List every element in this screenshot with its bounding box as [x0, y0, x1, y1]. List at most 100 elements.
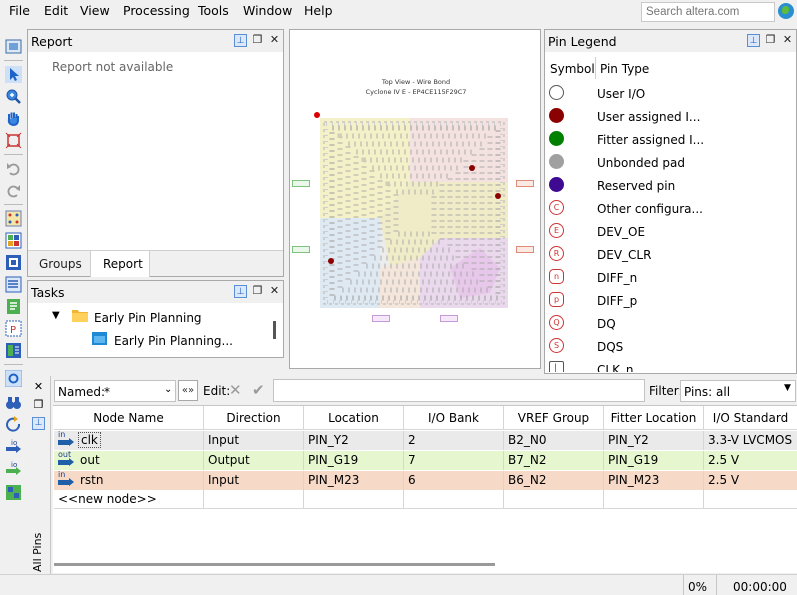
restore-window-icon[interactable]: ❐ — [251, 285, 264, 298]
package-view-icon[interactable] — [5, 254, 22, 271]
redo-icon[interactable] — [5, 182, 22, 199]
edit-input[interactable] — [273, 379, 645, 402]
menu-processing[interactable]: Processing — [123, 3, 190, 18]
close-icon[interactable]: ✕ — [781, 34, 794, 47]
legend-item-diff-p: p DIFF_p — [545, 289, 795, 312]
tasks-scrollbar[interactable] — [273, 321, 276, 339]
undo-icon[interactable] — [5, 160, 22, 177]
location-cell[interactable]: PIN_Y2 — [304, 431, 404, 450]
io-out-icon[interactable]: io — [5, 460, 22, 477]
io-group-icon[interactable] — [5, 484, 22, 501]
node-name-cell[interactable]: clk — [78, 432, 101, 448]
vref-group-cell[interactable]: B2_N0 — [504, 431, 604, 450]
io-bank-cell[interactable]: 7 — [404, 451, 504, 470]
cancel-edit-icon[interactable]: ✕ — [229, 381, 242, 399]
pin-grid-icon[interactable] — [5, 210, 22, 227]
vref-group-cell[interactable]: B6_N2 — [504, 471, 604, 490]
io-standard-cell[interactable]: 2.5 V — [704, 451, 797, 470]
task-early-pin-planning-dialog[interactable]: Early Pin Planning... — [114, 334, 233, 348]
menu-edit[interactable]: Edit — [44, 3, 68, 18]
task-early-pin-planning[interactable]: Early Pin Planning — [94, 311, 202, 325]
io-banks-icon[interactable] — [5, 232, 22, 249]
close-icon[interactable]: ✕ — [268, 285, 281, 298]
hand-pan-icon[interactable] — [5, 110, 22, 127]
pin-legend-title-bar: Pin Legend ⊥ ❐ ✕ — [545, 30, 796, 52]
pin-legend-title: Pin Legend — [548, 34, 617, 49]
menu-window[interactable]: Window — [243, 3, 292, 18]
menu-bar: File Edit View Processing Tools Window H… — [0, 0, 797, 22]
io-in-icon[interactable]: io — [5, 438, 22, 455]
pin-toggle-icon[interactable] — [5, 370, 22, 387]
binoculars-icon[interactable] — [5, 394, 22, 411]
fit-window-icon[interactable] — [5, 132, 22, 149]
pin-icon[interactable]: ⊥ — [234, 285, 247, 298]
io-standard-cell[interactable]: 2.5 V — [704, 471, 797, 490]
col-header-direction[interactable]: Direction — [204, 406, 304, 430]
menu-help[interactable]: Help — [304, 3, 333, 18]
legend-item-dev-oe: E DEV_OE — [545, 220, 795, 243]
accept-edit-icon[interactable]: ✔ — [252, 381, 265, 399]
zoom-icon[interactable] — [5, 88, 22, 105]
fitter-location-cell[interactable]: PIN_G19 — [604, 451, 704, 470]
close-icon[interactable]: ✕ — [32, 380, 45, 393]
menu-view[interactable]: View — [80, 3, 110, 18]
menu-tools[interactable]: Tools — [198, 3, 229, 18]
col-header-location[interactable]: Location — [304, 406, 404, 430]
refresh-icon[interactable] — [5, 416, 22, 433]
location-cell[interactable]: PIN_M23 — [304, 471, 404, 490]
pin-icon[interactable]: ⊥ — [234, 34, 247, 47]
col-header-io-bank[interactable]: I/O Bank — [404, 406, 504, 430]
pin-planner-icon[interactable] — [5, 38, 22, 55]
legend-item-clk-n: ⎣ CLK_n — [545, 358, 795, 372]
io-bank-cell[interactable]: 2 — [404, 431, 504, 450]
new-node-row[interactable]: <<new node>> — [54, 490, 797, 509]
chevron-down-icon[interactable]: ⌄ — [164, 384, 172, 395]
chip-view-title: Top View - Wire Bond — [381, 78, 451, 86]
fitter-location-cell[interactable]: PIN_Y2 — [604, 431, 704, 450]
clock-region-icon[interactable] — [5, 298, 22, 315]
new-node-cell[interactable]: <<new node>> — [54, 490, 204, 509]
pin-finder-icon[interactable]: «» — [178, 380, 198, 401]
named-combobox[interactable]: Named: * ⌄ — [54, 380, 176, 402]
filter-select[interactable]: Pins: all ▼ — [680, 380, 796, 402]
pll-icon[interactable]: P — [5, 320, 22, 337]
restore-window-icon[interactable]: ❐ — [32, 398, 45, 411]
clk-n-symbol-icon: ⎣ — [549, 361, 564, 372]
direction-cell[interactable]: Input — [204, 431, 304, 450]
col-header-node-name[interactable]: Node Name — [54, 406, 204, 430]
table-row[interactable]: out out Output PIN_G19 7 B7_N2 PIN_G19 2… — [54, 450, 797, 470]
direction-cell[interactable]: Output — [204, 451, 304, 470]
io-bank-cell[interactable]: 6 — [404, 471, 504, 490]
close-icon[interactable]: ✕ — [268, 34, 281, 47]
node-name-cell[interactable]: out — [74, 451, 204, 470]
search-input[interactable] — [641, 2, 775, 22]
io-assignment-icon[interactable] — [5, 342, 22, 359]
io-standard-cell[interactable]: 3.3-V LVCMOS — [704, 431, 797, 450]
pin-icon[interactable]: ⊥ — [747, 34, 760, 47]
tab-groups[interactable]: Groups — [28, 251, 90, 277]
restore-window-icon[interactable]: ❐ — [764, 34, 777, 47]
location-cell[interactable]: PIN_G19 — [304, 451, 404, 470]
col-header-io-standard[interactable]: I/O Standard — [704, 406, 797, 430]
chevron-down-icon[interactable]: ▼ — [784, 383, 791, 393]
direction-cell[interactable]: Input — [204, 471, 304, 490]
table-row[interactable]: in rstn Input PIN_M23 6 B6_N2 PIN_M23 2.… — [54, 470, 797, 490]
fitter-location-cell[interactable]: PIN_M23 — [604, 471, 704, 490]
edit-label: Edit: — [203, 384, 231, 398]
restore-window-icon[interactable]: ❐ — [251, 34, 264, 47]
tab-report[interactable]: Report — [90, 251, 150, 277]
col-header-fitter-location[interactable]: Fitter Location — [604, 406, 704, 430]
table-row[interactable]: in clk Input PIN_Y2 2 B2_N0 PIN_Y2 3.3-V… — [54, 430, 797, 450]
menu-file[interactable]: File — [9, 3, 30, 18]
chevron-down-icon[interactable]: ▼ — [52, 310, 60, 321]
node-name-cell[interactable]: rstn — [74, 471, 204, 490]
all-pins-tab[interactable]: All Pins — [31, 533, 44, 572]
vref-group-cell[interactable]: B7_N2 — [504, 451, 604, 470]
pin-grid[interactable] — [320, 118, 508, 308]
pin-icon[interactable]: ⊥ — [32, 417, 45, 430]
select-arrow-icon[interactable] — [5, 66, 22, 83]
col-header-vref-group[interactable]: VREF Group — [504, 406, 604, 430]
globe-icon[interactable] — [778, 3, 794, 19]
diff-pin-icon[interactable] — [5, 276, 22, 293]
table-horizontal-scrollbar[interactable] — [54, 563, 495, 566]
